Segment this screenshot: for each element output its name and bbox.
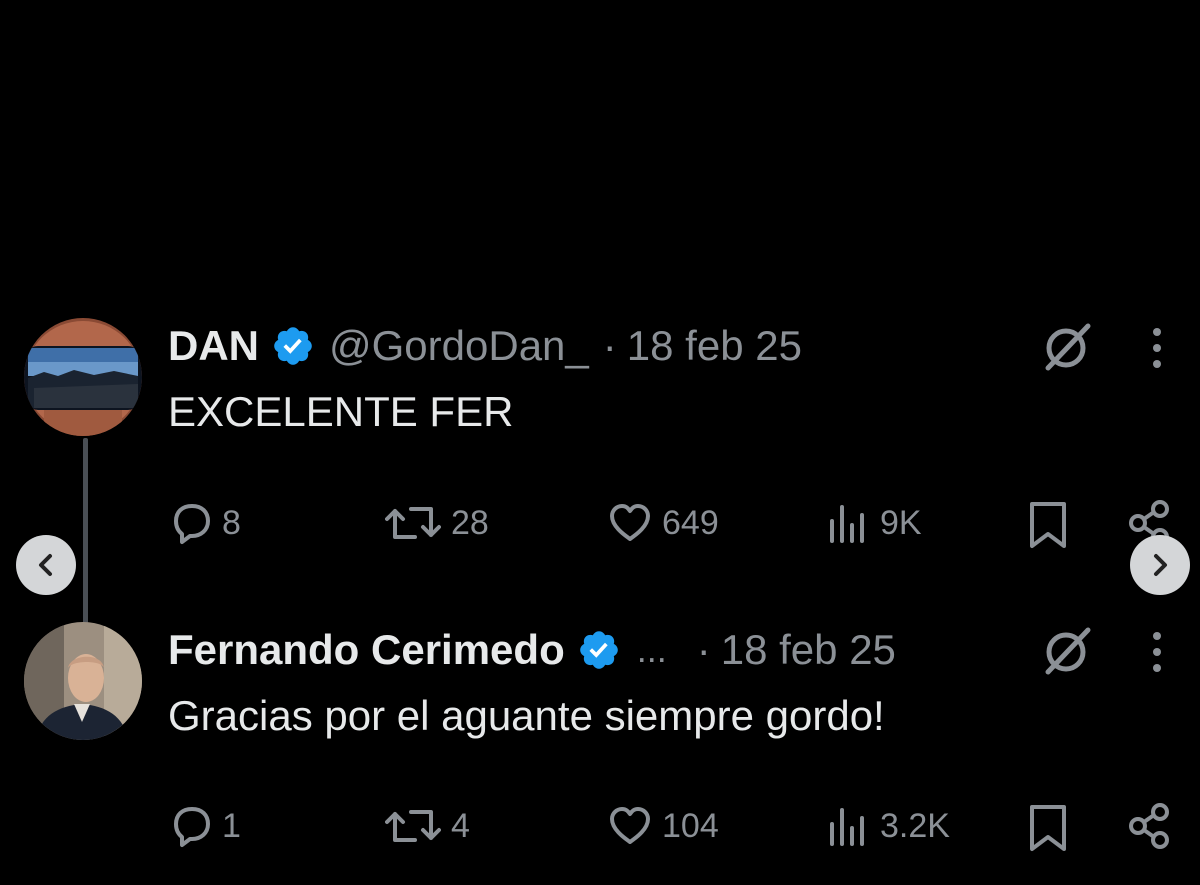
grok-icon[interactable] xyxy=(1040,320,1094,374)
views-count: 9K xyxy=(880,503,922,542)
previous-button[interactable] xyxy=(16,535,76,595)
retweet-count: 28 xyxy=(451,503,489,542)
retweet-count: 4 xyxy=(451,806,470,845)
like-button[interactable]: 104 xyxy=(608,804,719,848)
views-bars-icon xyxy=(830,808,864,846)
reply-button[interactable]: 1 xyxy=(172,804,241,848)
avatar-dan[interactable] xyxy=(24,318,142,436)
retweet-icon xyxy=(385,507,441,539)
share-button[interactable] xyxy=(1126,802,1172,850)
views-button[interactable]: 3.2K xyxy=(828,804,950,848)
tweet-timestamp[interactable]: 18 feb 25 xyxy=(721,626,896,674)
like-count: 104 xyxy=(662,806,719,845)
next-button[interactable] xyxy=(1130,535,1190,595)
retweet-icon xyxy=(385,810,441,842)
reply-button[interactable]: 8 xyxy=(172,501,241,545)
separator-dot: · xyxy=(696,626,711,673)
separator-dot: · xyxy=(602,322,617,369)
tweet-header: DAN @GordoDan_ · 18 feb 25 xyxy=(168,322,802,370)
views-button[interactable]: 9K xyxy=(828,501,922,545)
tweet-text: Gracias por el aguante siempre gordo! xyxy=(168,692,885,739)
heart-icon xyxy=(610,807,650,844)
tweet-header: Fernando Cerimedo ... · 18 feb 25 xyxy=(168,626,896,674)
tweet-timestamp[interactable]: 18 feb 25 xyxy=(627,322,802,370)
share-icon xyxy=(1129,803,1169,849)
views-bars-icon xyxy=(830,505,864,543)
bookmark-icon xyxy=(1030,502,1066,548)
like-count: 649 xyxy=(662,503,719,542)
more-vertical-icon[interactable] xyxy=(1150,630,1164,674)
bookmark-button[interactable] xyxy=(1028,804,1068,852)
avatar-fernando[interactable] xyxy=(24,622,142,740)
thread-connector-line xyxy=(83,438,88,624)
author-name[interactable]: Fernando Cerimedo xyxy=(168,626,565,674)
bookmark-button[interactable] xyxy=(1028,501,1068,549)
chevron-left-icon xyxy=(39,554,52,576)
verified-badge-icon xyxy=(271,324,315,368)
reply-bubble-icon xyxy=(174,504,210,544)
views-count: 3.2K xyxy=(880,806,950,845)
author-name[interactable]: DAN xyxy=(168,322,259,370)
more-vertical-icon[interactable] xyxy=(1150,326,1164,370)
tweet-text: EXCELENTE FER xyxy=(168,388,514,435)
chevron-right-icon xyxy=(1154,554,1167,576)
like-button[interactable]: 649 xyxy=(608,501,719,545)
reply-bubble-icon xyxy=(174,807,210,847)
grok-icon[interactable] xyxy=(1040,624,1094,678)
retweet-button[interactable]: 28 xyxy=(385,501,489,545)
reply-count: 1 xyxy=(222,806,241,845)
bookmark-icon xyxy=(1030,805,1066,851)
author-handle-truncated[interactable]: ... xyxy=(637,629,667,671)
author-handle[interactable]: @GordoDan_ xyxy=(329,322,589,370)
reply-count: 8 xyxy=(222,503,241,542)
heart-icon xyxy=(610,504,650,541)
retweet-button[interactable]: 4 xyxy=(385,804,470,848)
verified-badge-icon xyxy=(577,628,621,672)
